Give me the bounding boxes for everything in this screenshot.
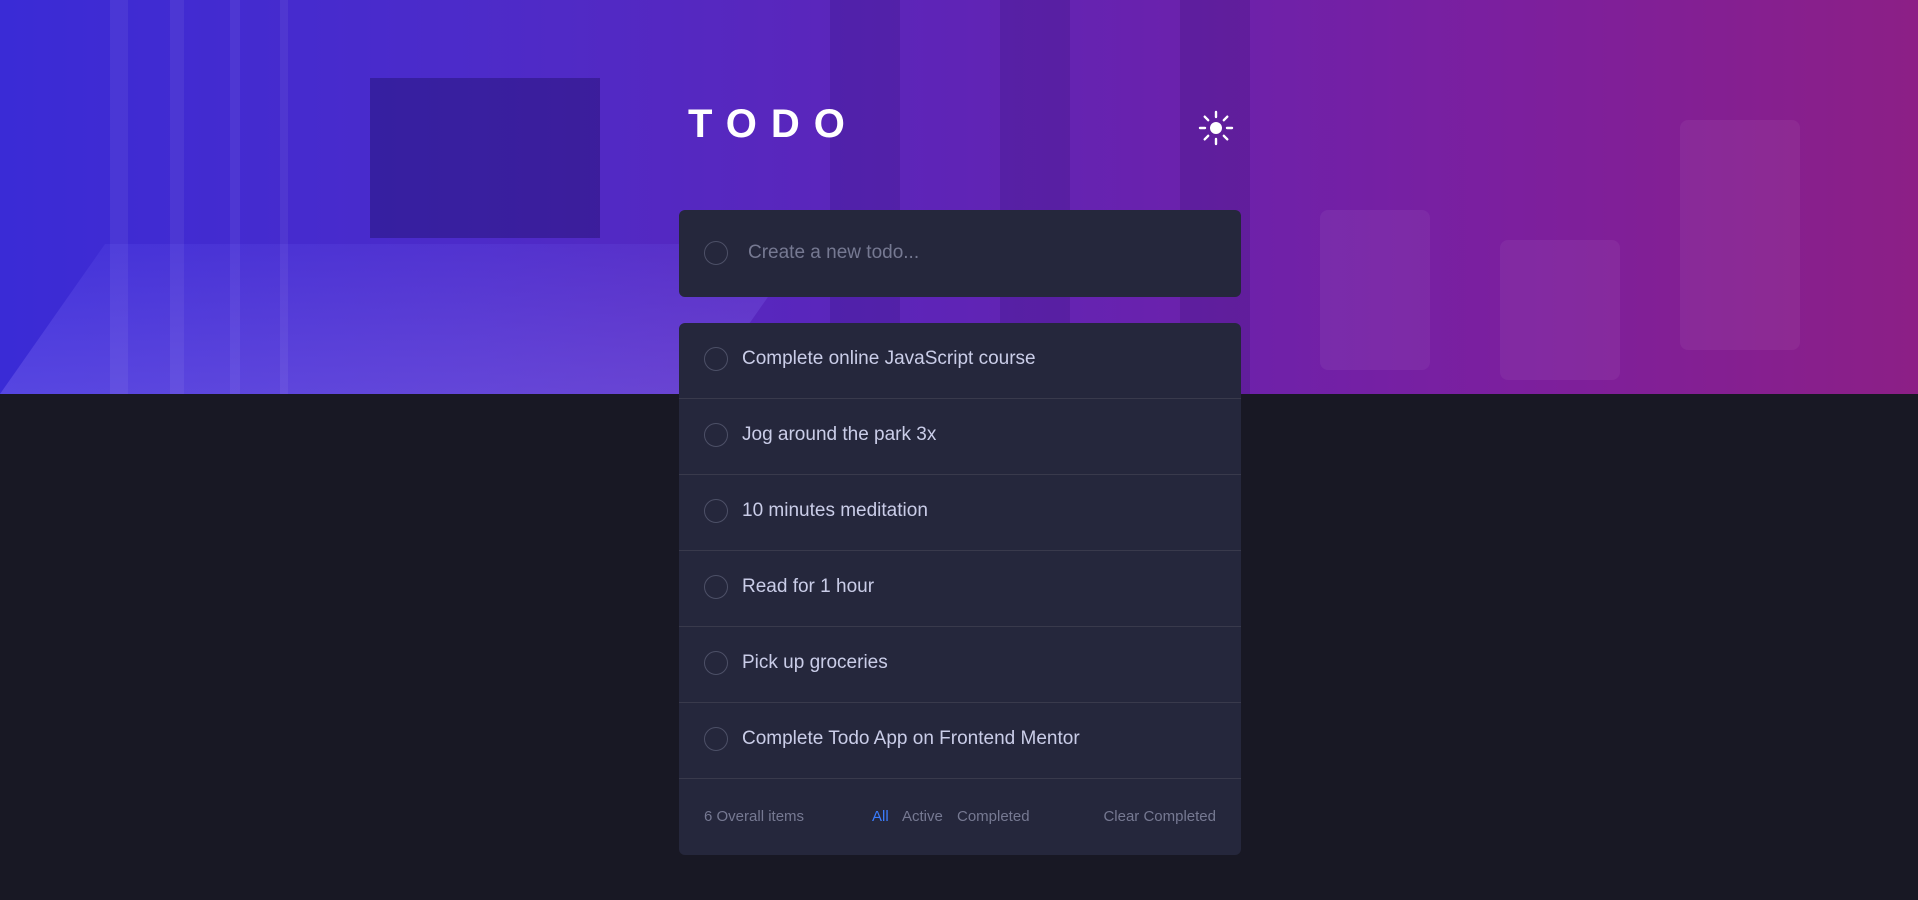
todo-checkbox[interactable] — [704, 575, 728, 599]
todo-checkbox[interactable] — [704, 651, 728, 675]
todo-item[interactable]: Complete online JavaScript course — [679, 323, 1241, 399]
background-block — [1500, 240, 1620, 380]
filter-completed[interactable]: Completed — [957, 808, 1030, 825]
sun-icon — [1198, 110, 1234, 146]
todo-item[interactable]: Pick up groceries — [679, 627, 1241, 703]
new-todo-checkbox[interactable] — [704, 241, 728, 265]
todo-item[interactable]: Jog around the park 3x — [679, 399, 1241, 475]
filter-active[interactable]: Active — [902, 808, 943, 825]
todo-checkbox[interactable] — [704, 499, 728, 523]
todo-item[interactable]: Complete Todo App on Frontend Mentor — [679, 703, 1241, 779]
background-block — [1680, 120, 1800, 350]
app-title: TODO — [688, 102, 859, 146]
todo-text: Complete online JavaScript course — [742, 348, 1036, 369]
background-block — [1320, 210, 1430, 370]
todo-list-footer: 6 Overall items All Active Completed Cle… — [679, 779, 1241, 855]
new-todo-input[interactable] — [748, 232, 1208, 274]
new-todo-card — [679, 210, 1241, 297]
todo-item[interactable]: 10 minutes meditation — [679, 475, 1241, 551]
clear-completed-button[interactable]: Clear Completed — [1103, 808, 1216, 825]
todo-item[interactable]: Read for 1 hour — [679, 551, 1241, 627]
theme-toggle-button[interactable] — [1198, 110, 1234, 146]
background-beam — [170, 0, 184, 394]
background-beam — [110, 0, 128, 394]
background-doorway — [370, 78, 600, 238]
todo-checkbox[interactable] — [704, 727, 728, 751]
background-beam — [280, 0, 288, 394]
todo-checkbox[interactable] — [704, 423, 728, 447]
background-beam — [230, 0, 240, 394]
items-count: 6 Overall items — [704, 808, 805, 825]
todo-checkbox[interactable] — [704, 347, 728, 371]
todo-list: Complete online JavaScript course Jog ar… — [679, 323, 1241, 855]
todo-text: Pick up groceries — [742, 652, 888, 673]
todo-text: Jog around the park 3x — [742, 424, 937, 445]
filter-all[interactable]: All — [872, 808, 889, 825]
todo-text: 10 minutes meditation — [742, 500, 928, 521]
todo-text: Read for 1 hour — [742, 576, 875, 597]
todo-text: Complete Todo App on Frontend Mentor — [742, 728, 1080, 749]
